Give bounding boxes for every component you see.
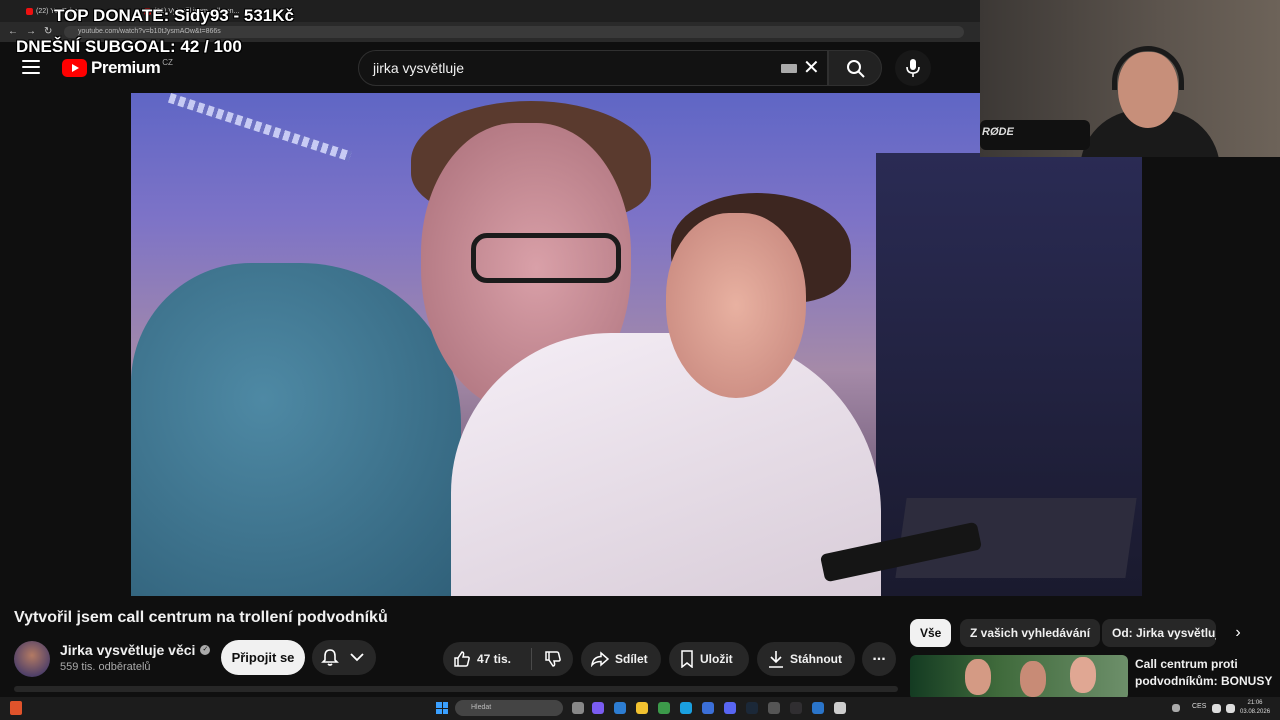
taskbar-clock[interactable]: 21:06 03.08.2026 [1240,699,1270,717]
keyboard-icon[interactable] [781,64,797,73]
thumbnail-face [965,659,991,695]
share-label: Sdílet [615,652,648,666]
streamer-webcam: RØDE [980,0,1280,157]
like-dislike-group: 47 tis. [443,642,573,676]
edge-icon[interactable] [680,702,692,714]
chevron-right-icon[interactable]: › [1228,619,1248,647]
clear-search-icon[interactable]: ✕ [803,57,820,79]
dislike-button[interactable] [535,642,571,676]
copilot-icon[interactable] [592,702,604,714]
join-button[interactable]: Připojit se [221,640,305,675]
subscriber-count: 559 tis. odběratelů [60,661,151,673]
download-button[interactable]: Stáhnout [757,642,855,676]
app-icon[interactable] [812,702,824,714]
app-icon[interactable] [614,702,626,714]
description-box-edge [14,686,898,692]
discord-icon[interactable] [724,702,736,714]
chip-all[interactable]: Vše [910,619,952,647]
verified-icon: ✓ [200,645,211,655]
clock-time: 21:06 [1247,700,1263,706]
language-indicator[interactable]: CES [1192,703,1206,710]
channel-name-link[interactable]: Jirka vysvětluje věci ✓ [60,642,211,658]
taskbar-search[interactable]: Hledat [455,700,563,716]
glasses [471,233,621,283]
like-divider [531,648,532,670]
widgets-icon[interactable] [10,701,22,715]
search-input[interactable]: jirka vysvětluje ✕ [358,50,828,86]
youtube-premium-logo[interactable]: Premium CZ [62,58,173,78]
file-explorer-icon[interactable] [636,702,648,714]
share-button[interactable]: Sdílet [581,642,661,676]
logo-text: Premium [91,58,161,77]
youtube-favicon-icon [26,7,33,15]
download-icon [769,651,783,668]
download-label: Stáhnout [790,652,842,666]
app-icon[interactable] [834,702,846,714]
obs-icon[interactable] [790,702,802,714]
chevron-down-icon [350,653,364,662]
chip-from-searches[interactable]: Z vašich vyhledávání [960,619,1101,647]
save-label: Uložit [700,652,733,666]
windows-taskbar: Hledat CES 21:06 03.08.2026 [0,697,1280,720]
network-icon[interactable] [1212,704,1221,713]
youtube-logo-icon [62,59,87,77]
app-icon[interactable] [768,702,780,714]
like-count: 47 tis. [477,652,512,666]
tray-chevron-icon[interactable] [1172,704,1180,712]
video-player[interactable] [131,93,1142,596]
notifications-button[interactable] [312,640,376,675]
subgoal-overlay: DNEŠNÍ SUBGOAL: 42 / 100 [16,37,242,57]
bookmark-icon [681,650,693,668]
thumbs-down-icon [545,651,561,667]
recommended-video-title[interactable]: Call centrum proti podvodníkům: BONUSY [1135,656,1275,696]
headset-icon [1112,46,1184,90]
back-icon[interactable]: ← [8,26,18,37]
video-title: Vytvořil jsem call centrum na trollení p… [14,609,388,626]
forward-icon[interactable]: → [26,26,36,37]
steam-icon[interactable] [746,702,758,714]
app-icon[interactable] [702,702,714,714]
mic-brand-label: RØDE [982,126,1014,138]
save-button[interactable]: Uložit [669,642,749,676]
start-button-icon[interactable] [436,702,448,714]
bell-icon [321,649,339,666]
chrome-icon[interactable] [658,702,670,714]
more-actions-button[interactable]: ... [862,642,896,676]
thumbnail-face [1070,657,1096,693]
search-query: jirka vysvětluje [373,60,465,76]
recommended-video-thumbnail[interactable] [910,655,1128,700]
hamburger-icon[interactable] [22,60,40,74]
volume-icon[interactable] [1226,704,1235,713]
voice-search-button[interactable] [895,50,931,86]
search-button[interactable] [828,50,882,86]
mic-icon [906,59,920,77]
subgoal-value: 42 / 100 [180,37,242,56]
thumbs-up-icon [454,651,470,667]
country-code: CZ [162,57,173,67]
top-donate-overlay: TOP DONATE: Sidy93 - 531Kč [54,6,294,25]
task-view-icon[interactable] [572,702,584,714]
person-left [131,263,461,596]
more-icon: ... [872,647,886,664]
channel-name: Jirka vysvětluje věci [60,642,196,658]
clock-date: 03.08.2026 [1240,709,1271,715]
share-icon [591,651,609,667]
thumbnail-face [1020,661,1046,697]
like-button[interactable]: 47 tis. [443,642,531,676]
subgoal-label: DNEŠNÍ SUBGOAL: [16,37,176,56]
channel-avatar[interactable] [14,641,50,677]
person-right-face [666,213,806,398]
reload-icon[interactable]: ↻ [44,26,52,37]
search-icon [847,60,865,78]
chip-from-channel[interactable]: Od: Jirka vysvětluje [1102,619,1216,647]
